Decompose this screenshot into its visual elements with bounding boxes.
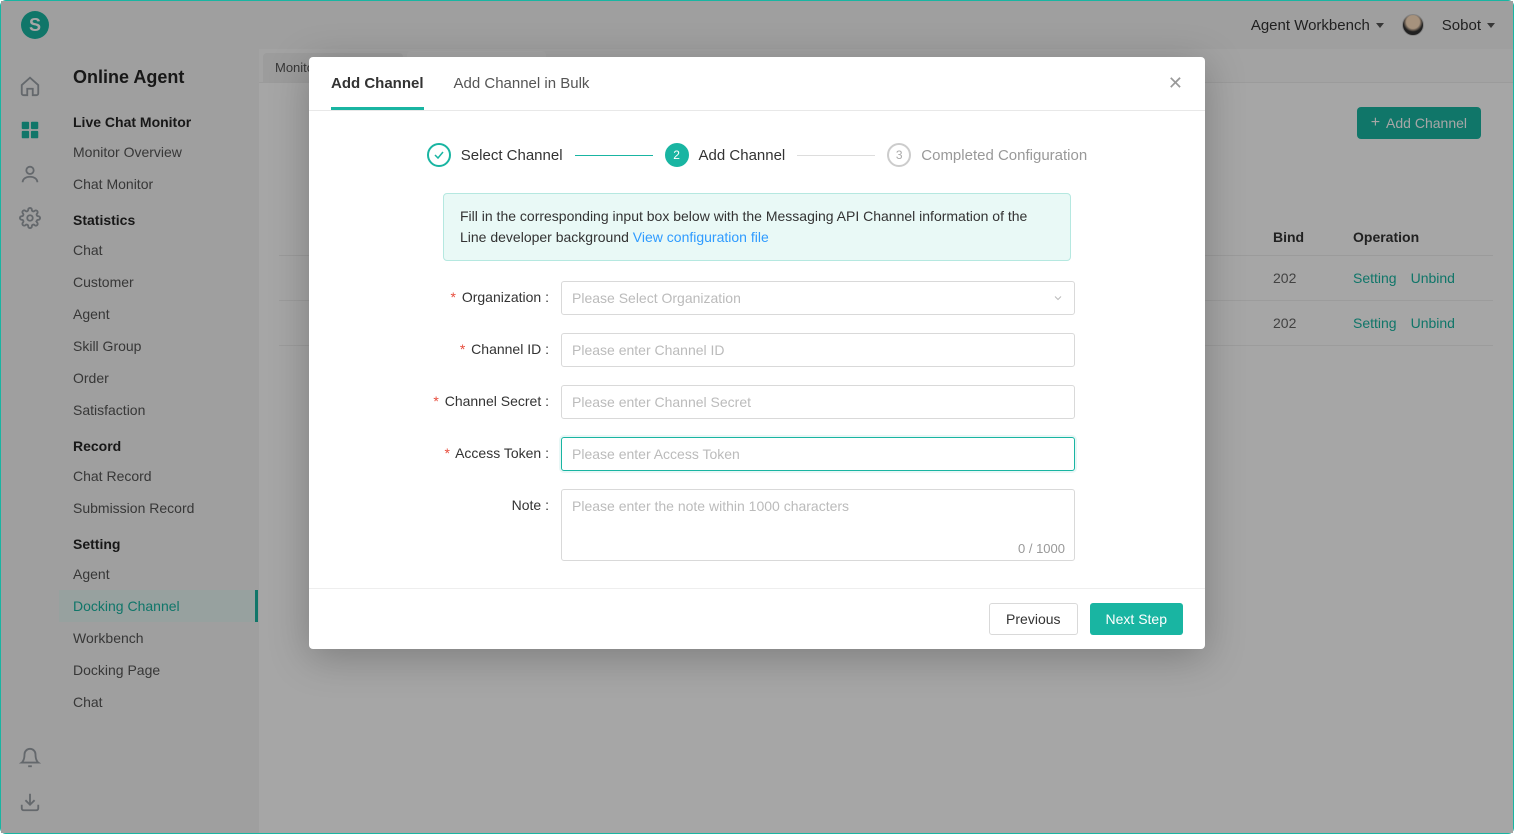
step-number-icon: 3 bbox=[887, 143, 911, 167]
add-channel-modal: Add Channel Add Channel in Bulk ✕ Select… bbox=[309, 57, 1205, 649]
stepper: Select Channel 2 Add Channel 3 Completed… bbox=[309, 111, 1205, 189]
modal-tabs: Add Channel Add Channel in Bulk bbox=[331, 57, 589, 110]
chevron-down-icon bbox=[1052, 292, 1064, 304]
step-label: Add Channel bbox=[699, 147, 786, 164]
required-icon: * bbox=[460, 341, 465, 357]
step-completed-configuration: 3 Completed Configuration bbox=[887, 143, 1087, 167]
step-select-channel: Select Channel bbox=[427, 143, 563, 167]
field-channel-id: * Channel ID : bbox=[399, 333, 1075, 367]
modal-tab-add-channel[interactable]: Add Channel bbox=[331, 57, 424, 110]
organization-select[interactable]: Please Select Organization bbox=[561, 281, 1075, 315]
step-label: Completed Configuration bbox=[921, 147, 1087, 164]
organization-placeholder: Please Select Organization bbox=[572, 290, 741, 306]
info-callout: Fill in the corresponding input box belo… bbox=[443, 193, 1071, 261]
label-organization: Organization bbox=[462, 289, 541, 305]
required-icon: * bbox=[433, 393, 438, 409]
step-number-icon: 2 bbox=[665, 143, 689, 167]
channel-form: * Organization : Please Select Organizat… bbox=[309, 281, 1205, 588]
note-textarea[interactable] bbox=[561, 489, 1075, 561]
required-icon: * bbox=[450, 289, 455, 305]
label-channel-secret: Channel Secret bbox=[445, 393, 542, 409]
field-organization: * Organization : Please Select Organizat… bbox=[399, 281, 1075, 315]
check-icon bbox=[427, 143, 451, 167]
previous-button[interactable]: Previous bbox=[989, 603, 1077, 635]
step-connector bbox=[797, 155, 875, 156]
label-channel-id: Channel ID bbox=[471, 341, 541, 357]
view-configuration-link[interactable]: View configuration file bbox=[633, 229, 769, 245]
note-counter: 0 / 1000 bbox=[1018, 541, 1065, 556]
modal-tab-add-bulk[interactable]: Add Channel in Bulk bbox=[454, 57, 590, 110]
modal-footer: Previous Next Step bbox=[309, 588, 1205, 649]
field-note: Note : 0 / 1000 bbox=[399, 489, 1075, 564]
field-channel-secret: * Channel Secret : bbox=[399, 385, 1075, 419]
channel-id-input[interactable] bbox=[561, 333, 1075, 367]
label-note: Note bbox=[512, 497, 542, 513]
next-step-button[interactable]: Next Step bbox=[1090, 603, 1183, 635]
step-label: Select Channel bbox=[461, 147, 563, 164]
channel-secret-input[interactable] bbox=[561, 385, 1075, 419]
step-add-channel: 2 Add Channel bbox=[665, 143, 786, 167]
close-icon[interactable]: ✕ bbox=[1168, 73, 1183, 94]
access-token-input[interactable] bbox=[561, 437, 1075, 471]
field-access-token: * Access Token : bbox=[399, 437, 1075, 471]
required-icon: * bbox=[445, 445, 450, 461]
modal-header: Add Channel Add Channel in Bulk ✕ bbox=[309, 57, 1205, 111]
label-access-token: Access Token bbox=[455, 445, 541, 461]
step-connector bbox=[575, 155, 653, 156]
